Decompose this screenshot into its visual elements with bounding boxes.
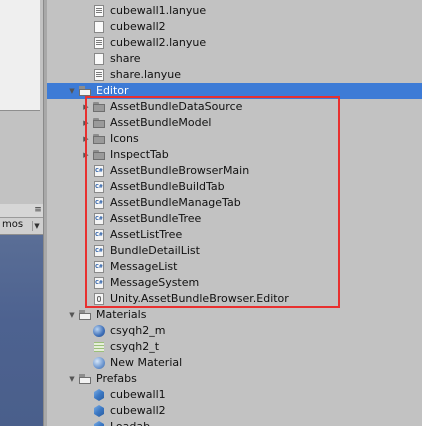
folder-open-icon: [78, 84, 92, 98]
tree-row[interactable]: csyqh2_t: [47, 339, 422, 355]
tree-item-label: BundleDetailList: [110, 244, 200, 257]
texture-icon: [92, 340, 106, 354]
tree-item-label: cubewall2: [110, 404, 166, 417]
folder-open-icon: [78, 308, 92, 322]
cs-icon: [92, 244, 106, 258]
tree-row[interactable]: cubewall1: [47, 387, 422, 403]
tree-item-label: csyqh2_m: [110, 324, 166, 337]
collapse-arrow-icon[interactable]: ▶: [81, 115, 91, 131]
cs-icon: [92, 212, 106, 226]
tree-row[interactable]: ▶ AssetBundleDataSource: [47, 99, 422, 115]
menu-icon[interactable]: ≡: [33, 205, 43, 215]
tree-row[interactable]: Loadab: [47, 419, 422, 426]
collapse-arrow-icon[interactable]: ▶: [81, 147, 91, 163]
tree-row[interactable]: ▶ Icons: [47, 131, 422, 147]
tree-row[interactable]: ▶ AssetBundleModel: [47, 115, 422, 131]
tree-row[interactable]: AssetBundleBuildTab: [47, 179, 422, 195]
gizmos-button[interactable]: mos: [2, 219, 23, 230]
tree-item-label: AssetBundleBuildTab: [110, 180, 225, 193]
cube-icon: [92, 404, 106, 418]
doc-icon: [92, 20, 106, 34]
tree-row[interactable]: share: [47, 51, 422, 67]
tree-row[interactable]: MessageList: [47, 259, 422, 275]
tree-item-label: InspectTab: [110, 148, 169, 161]
tree-item-label: AssetBundleBrowserMain: [110, 164, 250, 177]
tree-item-label: AssetListTree: [110, 228, 183, 241]
expand-arrow-icon[interactable]: ▼: [67, 371, 77, 387]
tree-row[interactable]: AssetListTree: [47, 227, 422, 243]
tree-row[interactable]: New Material: [47, 355, 422, 371]
tree-row[interactable]: cubewall2: [47, 403, 422, 419]
upper-panel: [0, 0, 40, 111]
tree-item-label: AssetBundleTree: [110, 212, 202, 225]
tree-row[interactable]: ▶ InspectTab: [47, 147, 422, 163]
tree-item-label: Icons: [110, 132, 139, 145]
tree-item-label: MessageSystem: [110, 276, 200, 289]
expand-arrow-icon[interactable]: ▼: [67, 83, 77, 99]
cube-icon: [92, 388, 106, 402]
tree-item-label: cubewall2: [110, 20, 166, 33]
tree-row[interactable]: share.lanyue: [47, 67, 422, 83]
tree-item-label: cubewall2.lanyue: [110, 36, 207, 49]
tree-row[interactable]: cubewall1.lanyue: [47, 3, 422, 19]
doc-lines-icon: [92, 68, 106, 82]
sphere-blue-icon: [92, 324, 106, 338]
project-tree: cubewall1.lanyue cubewall2 cubewall2.lanyu…: [47, 0, 422, 426]
tree-item-label: AssetBundleManageTab: [110, 196, 241, 209]
tree-row[interactable]: AssetBundleTree: [47, 211, 422, 227]
scene-viewport[interactable]: [0, 235, 43, 426]
doc-lines-icon: [92, 4, 106, 18]
cs-icon: [92, 196, 106, 210]
tree-item-label: Materials: [96, 308, 147, 321]
tree-item-label: AssetBundleModel: [110, 116, 212, 129]
folder-open-icon: [78, 372, 92, 386]
tree-row[interactable]: ▼ Prefabs: [47, 371, 422, 387]
sphere-blue-light-icon: [92, 356, 106, 370]
cs-icon: [92, 180, 106, 194]
tree-item-label: Loadab: [110, 419, 150, 426]
tree-item-label: csyqh2_t: [110, 340, 160, 353]
gizmos-toolbar: mos ▼: [0, 218, 43, 235]
cs-icon: [92, 164, 106, 178]
folder-icon: [92, 132, 106, 146]
panel-header: ≡: [0, 204, 43, 218]
tree-row[interactable]: cubewall2.lanyue: [47, 35, 422, 51]
scene-panel: ≡ mos ▼: [0, 0, 43, 426]
tree-item-label: cubewall1: [110, 388, 166, 401]
tree-row[interactable]: Unity.AssetBundleBrowser.Editor: [47, 291, 422, 307]
collapse-arrow-icon[interactable]: ▶: [81, 131, 91, 147]
tree-item-label: Editor: [96, 84, 129, 97]
tree-row[interactable]: AssetBundleBrowserMain: [47, 163, 422, 179]
tree-item-label: AssetBundleDataSource: [110, 100, 243, 113]
cs-icon: [92, 228, 106, 242]
folder-icon: [92, 148, 106, 162]
collapse-arrow-icon[interactable]: ▶: [81, 99, 91, 115]
tree-item-label: MessageList: [110, 260, 178, 273]
folder-icon: [92, 100, 106, 114]
cs-icon: [92, 276, 106, 290]
tree-row[interactable]: cubewall2: [47, 19, 422, 35]
tree-item-label: Prefabs: [96, 372, 137, 385]
tree-row[interactable]: AssetBundleManageTab: [47, 195, 422, 211]
tree-row[interactable]: MessageSystem: [47, 275, 422, 291]
doc-lines-icon: [92, 36, 106, 50]
tree-item-label: share.lanyue: [110, 68, 182, 81]
asm-icon: [92, 292, 106, 306]
tree-row[interactable]: csyqh2_m: [47, 323, 422, 339]
cube-icon: [92, 420, 106, 426]
tree-row[interactable]: ▼ Materials: [47, 307, 422, 323]
doc-icon: [92, 52, 106, 66]
expand-arrow-icon[interactable]: ▼: [67, 307, 77, 323]
tree-row[interactable]: BundleDetailList: [47, 243, 422, 259]
folder-icon: [92, 116, 106, 130]
dropdown-arrow-icon[interactable]: ▼: [32, 221, 41, 231]
cs-icon: [92, 260, 106, 274]
tree-item-label: share: [110, 52, 141, 65]
tree-item-label: Unity.AssetBundleBrowser.Editor: [110, 292, 289, 305]
tree-item-label: New Material: [110, 356, 183, 369]
tree-item-label: cubewall1.lanyue: [110, 4, 207, 17]
tree-row[interactable]: ▼ Editor: [47, 83, 422, 99]
